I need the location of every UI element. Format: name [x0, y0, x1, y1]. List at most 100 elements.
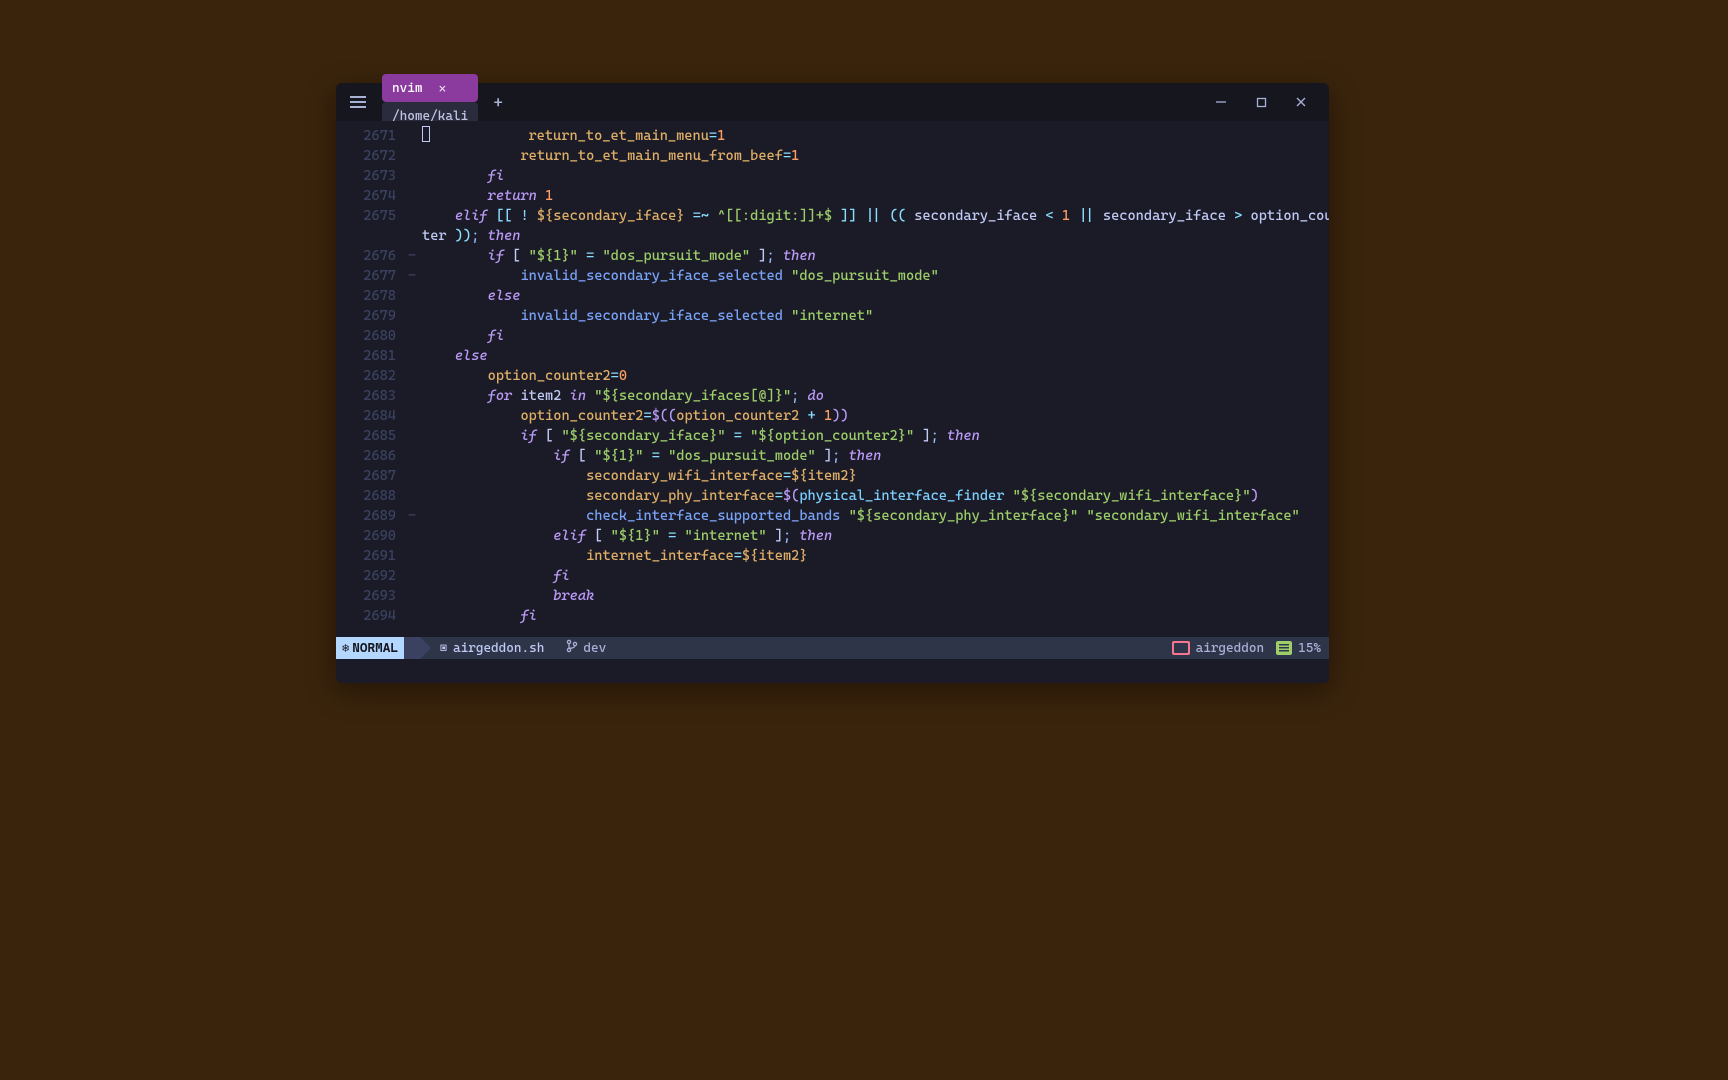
- code-line: 2672 return_to_et_main_menu_from_beef=1: [336, 146, 1329, 166]
- code-content: elif [[ ! ${secondary_iface} =~ ^[[:digi…: [422, 206, 1329, 226]
- mode-indicator: ❄ NORMAL: [336, 637, 404, 659]
- status-bar: ❄ NORMAL ▣ airgeddon.sh dev airgeddon 15…: [336, 637, 1329, 659]
- tab-close-icon[interactable]: ✕: [438, 80, 446, 97]
- file-indicator: ▣ airgeddon.sh: [440, 641, 544, 656]
- code-content: return 1: [422, 186, 1329, 206]
- branch-icon: [566, 639, 578, 657]
- line-number: 2689: [336, 506, 408, 526]
- sign-column: [408, 186, 422, 206]
- code-content: option_counter2=$((option_counter2 + 1)): [422, 406, 1329, 426]
- line-number: 2690: [336, 526, 408, 546]
- sign-column: [408, 586, 422, 606]
- code-line: 2694 fi: [336, 606, 1329, 626]
- code-content: for item2 in "${secondary_ifaces[@]}"; d…: [422, 386, 1329, 406]
- line-number: 2694: [336, 606, 408, 626]
- tab-label: nvim: [392, 81, 422, 96]
- line-number: [336, 226, 408, 246]
- folder-icon: [1172, 641, 1190, 655]
- code-line: 2676- if [ "${1}" = "dos_pursuit_mode" ]…: [336, 246, 1329, 266]
- code-line: 2693 break: [336, 586, 1329, 606]
- code-content: secondary_phy_interface=$(physical_inter…: [422, 486, 1329, 506]
- code-content: fi: [422, 166, 1329, 186]
- code-line: 2674 return 1: [336, 186, 1329, 206]
- code-content: return_to_et_main_menu_from_beef=1: [422, 146, 1329, 166]
- sign-column: [408, 166, 422, 186]
- maximize-button[interactable]: [1241, 88, 1281, 116]
- sign-column: [408, 486, 422, 506]
- code-line: 2690 elif [ "${1}" = "internet" ]; then: [336, 526, 1329, 546]
- sign-column: [408, 226, 422, 246]
- code-line: 2677- invalid_secondary_iface_selected "…: [336, 266, 1329, 286]
- code-content: else: [422, 346, 1329, 366]
- sign-column: [408, 326, 422, 346]
- sign-column: [408, 526, 422, 546]
- close-button[interactable]: [1281, 88, 1321, 116]
- code-line: 2679 invalid_secondary_iface_selected "i…: [336, 306, 1329, 326]
- sign-column: -: [408, 266, 422, 286]
- titlebar: nvim✕/home/kali +: [336, 83, 1329, 121]
- status-right: airgeddon 15%: [1172, 641, 1329, 656]
- code-line: ter )); then: [336, 226, 1329, 246]
- git-branch-indicator: dev: [566, 639, 606, 657]
- sign-column: [408, 406, 422, 426]
- sign-column: [408, 606, 422, 626]
- line-number: 2673: [336, 166, 408, 186]
- code-line: 2686 if [ "${1}" = "dos_pursuit_mode" ];…: [336, 446, 1329, 466]
- line-number: 2677: [336, 266, 408, 286]
- line-number: 2691: [336, 546, 408, 566]
- code-line: 2683 for item2 in "${secondary_ifaces[@]…: [336, 386, 1329, 406]
- code-content: internet_interface=${item2}: [422, 546, 1329, 566]
- code-content: if [ "${1}" = "dos_pursuit_mode" ]; then: [422, 446, 1329, 466]
- new-tab-button[interactable]: +: [484, 88, 512, 116]
- code-editor[interactable]: 2671 return_to_et_main_menu=12672 return…: [336, 121, 1329, 637]
- line-number: 2672: [336, 146, 408, 166]
- cursor: [422, 126, 430, 142]
- code-line: 2680 fi: [336, 326, 1329, 346]
- sign-column: [408, 346, 422, 366]
- tab-0[interactable]: nvim ✕: [382, 74, 478, 102]
- mode-separator: [404, 637, 420, 659]
- line-number: 2688: [336, 486, 408, 506]
- line-number: 2678: [336, 286, 408, 306]
- line-number: 2681: [336, 346, 408, 366]
- line-number: 2682: [336, 366, 408, 386]
- line-number: 2687: [336, 466, 408, 486]
- code-content: elif [ "${1}" = "internet" ]; then: [422, 526, 1329, 546]
- code-content: break: [422, 586, 1329, 606]
- code-line: 2687 secondary_wifi_interface=${item2}: [336, 466, 1329, 486]
- line-number: 2683: [336, 386, 408, 406]
- line-number: 2693: [336, 586, 408, 606]
- branch-name: dev: [583, 641, 606, 656]
- minimize-button[interactable]: [1201, 88, 1241, 116]
- line-number: 2679: [336, 306, 408, 326]
- code-content: else: [422, 286, 1329, 306]
- code-line: 2682 option_counter2=0: [336, 366, 1329, 386]
- code-line: 2689- check_interface_supported_bands "$…: [336, 506, 1329, 526]
- file-icon: ▣: [440, 641, 447, 655]
- code-content: option_counter2=0: [422, 366, 1329, 386]
- line-number: 2686: [336, 446, 408, 466]
- mode-label: NORMAL: [352, 641, 398, 656]
- sign-column: [408, 366, 422, 386]
- line-number: 2671: [336, 126, 408, 146]
- code-content: ter )); then: [422, 226, 1329, 246]
- progress-icon: [1276, 641, 1292, 655]
- sign-column: -: [408, 246, 422, 266]
- sign-column: [408, 466, 422, 486]
- sign-column: [408, 446, 422, 466]
- code-line: 2681 else: [336, 346, 1329, 366]
- line-number: 2674: [336, 186, 408, 206]
- project-name: airgeddon: [1196, 641, 1265, 656]
- code-content: check_interface_supported_bands "${secon…: [422, 506, 1329, 526]
- hamburger-menu-icon[interactable]: [344, 88, 372, 116]
- sign-column: [408, 386, 422, 406]
- sign-column: [408, 206, 422, 226]
- sign-column: -: [408, 506, 422, 526]
- sign-column: [408, 566, 422, 586]
- scroll-percent: 15%: [1298, 641, 1321, 656]
- code-line: 2691 internet_interface=${item2}: [336, 546, 1329, 566]
- line-number: 2675: [336, 206, 408, 226]
- code-content: invalid_secondary_iface_selected "intern…: [422, 306, 1329, 326]
- file-name: airgeddon.sh: [453, 641, 544, 656]
- sign-column: [408, 426, 422, 446]
